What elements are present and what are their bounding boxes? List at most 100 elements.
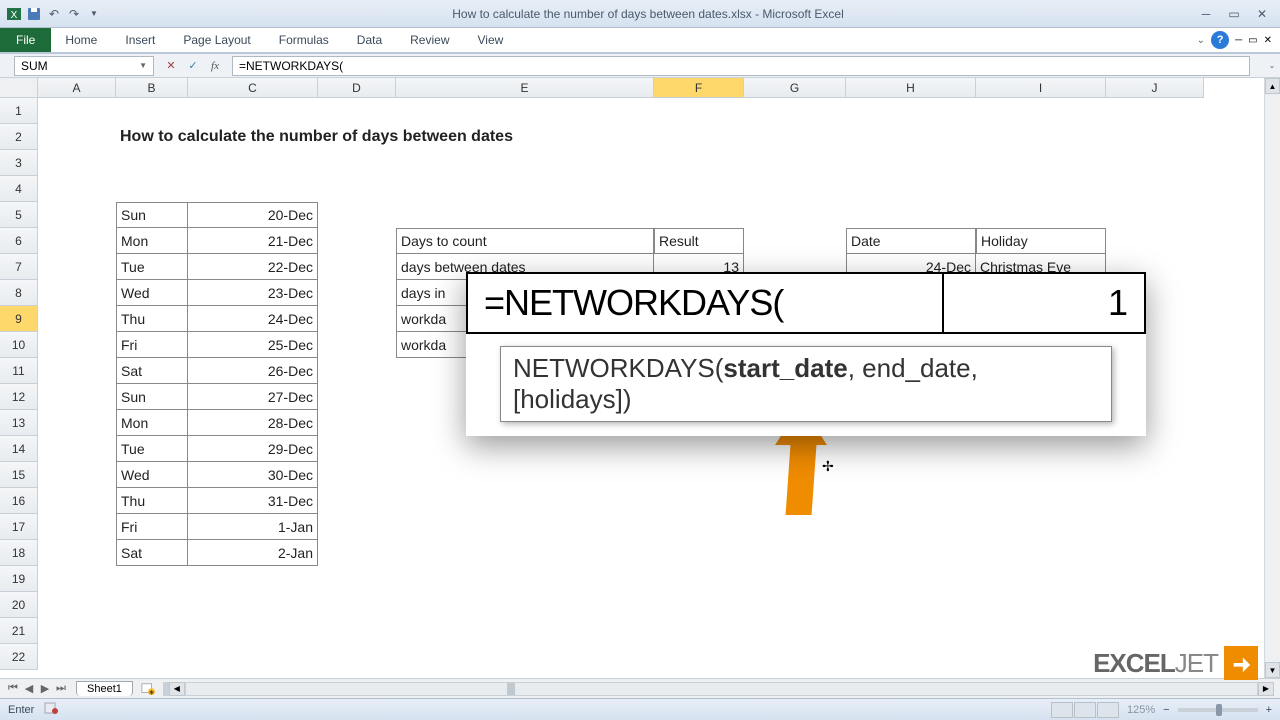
macro-record-icon[interactable] bbox=[44, 701, 60, 718]
row-header-21[interactable]: 21 bbox=[0, 618, 38, 644]
tab-data[interactable]: Data bbox=[343, 28, 396, 52]
cell-A19[interactable] bbox=[38, 566, 116, 592]
cell-B13[interactable]: Mon bbox=[116, 410, 188, 436]
cell-C15[interactable]: 30-Dec bbox=[188, 462, 318, 488]
cell-I21[interactable] bbox=[976, 618, 1106, 644]
help-icon[interactable]: ? bbox=[1211, 31, 1229, 49]
scroll-right-icon[interactable]: ▶ bbox=[1258, 682, 1274, 696]
cell-C8[interactable]: 23-Dec bbox=[188, 280, 318, 306]
row-header-20[interactable]: 20 bbox=[0, 592, 38, 618]
cell-C6[interactable]: 21-Dec bbox=[188, 228, 318, 254]
cell-C4[interactable] bbox=[188, 176, 318, 202]
column-header-E[interactable]: E bbox=[396, 78, 654, 98]
cell-E3[interactable] bbox=[396, 150, 654, 176]
row-header-6[interactable]: 6 bbox=[0, 228, 38, 254]
row-header-7[interactable]: 7 bbox=[0, 254, 38, 280]
tab-formulas[interactable]: Formulas bbox=[265, 28, 343, 52]
tab-view[interactable]: View bbox=[464, 28, 518, 52]
cell-J4[interactable] bbox=[1106, 176, 1204, 202]
tab-insert[interactable]: Insert bbox=[111, 28, 169, 52]
cell-J1[interactable] bbox=[1106, 98, 1204, 124]
enter-icon[interactable]: ✓ bbox=[184, 57, 202, 75]
cell-B19[interactable] bbox=[116, 566, 188, 592]
cell-B8[interactable]: Wed bbox=[116, 280, 188, 306]
cell-E19[interactable] bbox=[396, 566, 654, 592]
cell-D12[interactable] bbox=[318, 384, 396, 410]
scroll-left-icon[interactable]: ◀ bbox=[169, 682, 185, 696]
cell-J15[interactable] bbox=[1106, 462, 1204, 488]
cell-C11[interactable]: 26-Dec bbox=[188, 358, 318, 384]
cell-F20[interactable] bbox=[654, 592, 744, 618]
qat-dropdown-icon[interactable]: ▼ bbox=[86, 6, 102, 22]
row-header-1[interactable]: 1 bbox=[0, 98, 38, 124]
cell-C9[interactable]: 24-Dec bbox=[188, 306, 318, 332]
cell-H20[interactable] bbox=[846, 592, 976, 618]
cell-I18[interactable] bbox=[976, 540, 1106, 566]
cell-E15[interactable] bbox=[396, 462, 654, 488]
cell-C2[interactable] bbox=[188, 124, 318, 150]
row-header-9[interactable]: 9 bbox=[0, 306, 38, 332]
cell-D16[interactable] bbox=[318, 488, 396, 514]
cell-B2[interactable]: How to calculate the number of days betw… bbox=[116, 124, 188, 150]
cell-C18[interactable]: 2-Jan bbox=[188, 540, 318, 566]
cell-C7[interactable]: 22-Dec bbox=[188, 254, 318, 280]
cell-F17[interactable] bbox=[654, 514, 744, 540]
cell-C5[interactable]: 20-Dec bbox=[188, 202, 318, 228]
cell-H5[interactable] bbox=[846, 202, 976, 228]
cell-G19[interactable] bbox=[744, 566, 846, 592]
cell-D14[interactable] bbox=[318, 436, 396, 462]
cell-H22[interactable] bbox=[846, 644, 976, 670]
sheet-nav-first-icon[interactable]: ⏮ bbox=[6, 682, 20, 695]
cell-I2[interactable] bbox=[976, 124, 1106, 150]
cell-D22[interactable] bbox=[318, 644, 396, 670]
column-header-G[interactable]: G bbox=[744, 78, 846, 98]
cell-D21[interactable] bbox=[318, 618, 396, 644]
cell-I5[interactable] bbox=[976, 202, 1106, 228]
column-header-D[interactable]: D bbox=[318, 78, 396, 98]
cell-I1[interactable] bbox=[976, 98, 1106, 124]
cell-E4[interactable] bbox=[396, 176, 654, 202]
cell-B6[interactable]: Mon bbox=[116, 228, 188, 254]
cell-A4[interactable] bbox=[38, 176, 116, 202]
cell-G4[interactable] bbox=[744, 176, 846, 202]
cell-F22[interactable] bbox=[654, 644, 744, 670]
sheet-tab-sheet1[interactable]: Sheet1 bbox=[76, 681, 133, 696]
cell-F1[interactable] bbox=[654, 98, 744, 124]
cell-A20[interactable] bbox=[38, 592, 116, 618]
sheet-nav-prev-icon[interactable]: ◀ bbox=[22, 682, 36, 695]
row-header-13[interactable]: 13 bbox=[0, 410, 38, 436]
sheet-nav-last-icon[interactable]: ⏭ bbox=[54, 682, 68, 695]
cell-A10[interactable] bbox=[38, 332, 116, 358]
row-header-14[interactable]: 14 bbox=[0, 436, 38, 462]
cell-A5[interactable] bbox=[38, 202, 116, 228]
cell-I15[interactable] bbox=[976, 462, 1106, 488]
cell-A12[interactable] bbox=[38, 384, 116, 410]
cell-F19[interactable] bbox=[654, 566, 744, 592]
cell-I20[interactable] bbox=[976, 592, 1106, 618]
cell-D7[interactable] bbox=[318, 254, 396, 280]
cell-J5[interactable] bbox=[1106, 202, 1204, 228]
cell-J3[interactable] bbox=[1106, 150, 1204, 176]
cell-A7[interactable] bbox=[38, 254, 116, 280]
cell-D13[interactable] bbox=[318, 410, 396, 436]
cell-D18[interactable] bbox=[318, 540, 396, 566]
view-page-break-icon[interactable] bbox=[1097, 702, 1119, 718]
cell-C1[interactable] bbox=[188, 98, 318, 124]
cell-F14[interactable] bbox=[654, 436, 744, 462]
cell-F15[interactable] bbox=[654, 462, 744, 488]
row-header-18[interactable]: 18 bbox=[0, 540, 38, 566]
cell-H2[interactable] bbox=[846, 124, 976, 150]
cell-I4[interactable] bbox=[976, 176, 1106, 202]
tab-review[interactable]: Review bbox=[396, 28, 463, 52]
row-header-19[interactable]: 19 bbox=[0, 566, 38, 592]
cell-F18[interactable] bbox=[654, 540, 744, 566]
cell-D19[interactable] bbox=[318, 566, 396, 592]
cell-E18[interactable] bbox=[396, 540, 654, 566]
cell-D17[interactable] bbox=[318, 514, 396, 540]
zoom-out-icon[interactable]: − bbox=[1163, 704, 1169, 716]
cell-A14[interactable] bbox=[38, 436, 116, 462]
cell-F2[interactable] bbox=[654, 124, 744, 150]
row-header-5[interactable]: 5 bbox=[0, 202, 38, 228]
cell-E21[interactable] bbox=[396, 618, 654, 644]
cell-J6[interactable] bbox=[1106, 228, 1204, 254]
